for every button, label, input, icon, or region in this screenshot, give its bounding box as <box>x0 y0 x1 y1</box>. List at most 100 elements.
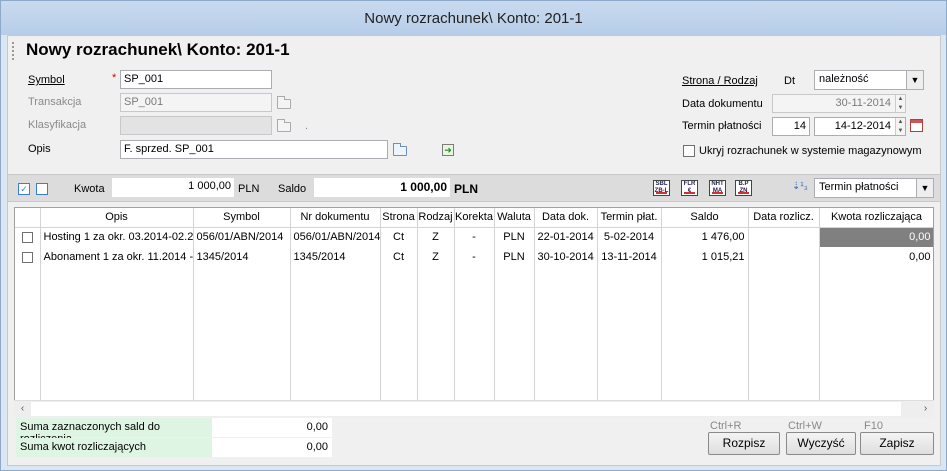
row-checkbox[interactable] <box>21 252 33 263</box>
wyczysc-button[interactable]: Wyczyść <box>786 432 856 455</box>
horizontal-scrollbar[interactable]: ‹ › <box>14 400 934 417</box>
suma-kwot-label: Suma kwot rozliczających <box>16 438 212 457</box>
rozpisz-shortcut: Ctrl+R <box>710 420 742 432</box>
termin-platnosci-label: Termin płatności <box>682 120 762 132</box>
ukryj-label: Ukryj rozrachunek w systemie magazynowym <box>699 145 922 157</box>
cell-termin: 13-11-2014 <box>597 247 662 267</box>
transakcja-label: Transakcja <box>28 96 82 108</box>
column-header[interactable]: Kwota rozliczająca <box>819 208 933 228</box>
klasyfikacja-label: Klasyfikacja <box>28 119 87 131</box>
chevron-down-icon[interactable]: ▼ <box>916 179 933 197</box>
panel-grip <box>12 42 16 60</box>
cell-symbol: 1345/2014 <box>193 247 291 267</box>
cell-korekta: - <box>454 227 495 247</box>
cell-opis: Abonament 1 za okr. 11.2014 - 11.2014 <box>40 247 194 267</box>
column-header[interactable]: Saldo <box>661 208 749 228</box>
zapisz-shortcut: F10 <box>864 420 883 432</box>
cell-nr-dokumentu: 1345/2014 <box>290 247 381 267</box>
cell-symbol: 056/01/ABN/2014 <box>193 227 291 247</box>
rozpisz-button[interactable]: Rozpisz <box>708 432 780 455</box>
zapisz-button[interactable]: Zapisz <box>860 432 934 455</box>
sort-currency-icon[interactable]: FLR € <box>681 180 698 196</box>
kwota-input[interactable]: 1 000,00 <box>112 178 234 197</box>
termin-date-input[interactable]: 14-12-2014 ▲ ▼ <box>814 117 906 136</box>
spin-icon[interactable]: ▲ ▼ <box>895 118 905 135</box>
cell-termin: 5-02-2014 <box>597 227 662 247</box>
settlements-table: Opis Symbol Nr dokumentu Strona Rodzaj K… <box>14 207 934 417</box>
cell-data-rozlicz[interactable] <box>748 247 820 267</box>
column-header[interactable]: Opis <box>40 208 194 228</box>
termin-date-value: 14-12-2014 <box>834 120 891 132</box>
client-area: Nowy rozrachunek\ Konto: 201-1 Symbol * … <box>7 35 941 466</box>
green-arrow-icon[interactable]: ➜ <box>442 144 454 156</box>
cell-nr-dokumentu: 056/01/ABN/2014 <box>290 227 381 247</box>
column-header[interactable]: Nr dokumentu <box>290 208 381 228</box>
termin-days-input[interactable]: 14 <box>772 117 810 136</box>
saldo-label: Saldo <box>278 183 307 195</box>
sort-select[interactable]: Termin płatności ▼ <box>814 178 934 198</box>
symbol-input[interactable]: SP_001 <box>120 70 272 89</box>
page-title: Nowy rozrachunek\ Konto: 201-1 <box>26 40 290 59</box>
cell-strona: Ct <box>380 227 418 247</box>
cell-rodzaj: Z <box>417 247 455 267</box>
scroll-thumb[interactable] <box>31 402 901 416</box>
spin-icon: ▲ ▼ <box>895 95 905 112</box>
sort-value: Termin płatności <box>819 181 899 193</box>
main-window: Nowy rozrachunek\ Konto: 201-1 Nowy rozr… <box>0 0 947 471</box>
scroll-left-icon[interactable]: ‹ <box>14 401 31 417</box>
strona-value[interactable]: Dt <box>784 75 795 87</box>
klasyfikacja-dot: . <box>305 120 309 132</box>
table-row[interactable]: Abonament 1 za okr. 11.2014 - 11.2014 13… <box>15 247 933 267</box>
cell-kwota-rozliczajaca[interactable]: 0,00 <box>819 227 933 247</box>
sort-date-icon[interactable]: B.P ZN <box>735 180 752 196</box>
data-dokumentu-value: 30-11-2014 <box>835 97 891 109</box>
data-dokumentu-input: 30-11-2014 ▲ ▼ <box>772 94 906 113</box>
rodzaj-select[interactable]: należność ▼ <box>814 70 924 90</box>
transakcja-input: SP_001 <box>120 93 272 112</box>
cell-strona: Ct <box>380 247 418 267</box>
opis-folder-icon[interactable] <box>393 143 407 156</box>
saldo-value: 1 000,00 <box>314 178 450 197</box>
table-header: Opis Symbol Nr dokumentu Strona Rodzaj K… <box>15 208 933 228</box>
amount-strip: ✓ Kwota 1 000,00 PLN Saldo 1 000,00 PLN … <box>8 174 940 202</box>
suma-zaznaczonych-label: Suma zaznaczonych sald do rozliczenia <box>16 418 212 445</box>
sort-amount-icon[interactable]: NHT MA <box>709 180 726 196</box>
column-header[interactable]: Symbol <box>193 208 291 228</box>
column-header[interactable]: Korekta <box>454 208 495 228</box>
saldo-currency: PLN <box>454 182 478 196</box>
cell-opis: Hosting 1 za okr. 03.2014-02.2015 <box>40 227 194 247</box>
uncheck-all-icon[interactable] <box>36 183 48 195</box>
klasyfikacja-input <box>120 116 272 135</box>
klasyfikacja-folder-icon <box>277 119 291 132</box>
cell-data-rozlicz[interactable] <box>748 227 820 247</box>
chevron-down-icon[interactable]: ▼ <box>906 71 923 89</box>
calendar-icon[interactable] <box>910 119 923 132</box>
cell-saldo: 1 015,21 <box>661 247 749 267</box>
opis-input[interactable]: F. sprzed. SP_001 <box>120 140 388 159</box>
sort-order-icon[interactable]: ⇣¹₃ <box>792 181 808 192</box>
row-checkbox[interactable] <box>21 232 33 244</box>
sort-symbol-icon[interactable]: SBL ZB-L <box>653 180 670 196</box>
opis-label: Opis <box>28 143 51 155</box>
check-all-icon[interactable]: ✓ <box>18 183 30 195</box>
symbol-label: Symbol <box>28 74 65 86</box>
column-header[interactable]: Strona <box>380 208 418 228</box>
window-title: Nowy rozrachunek\ Konto: 201-1 <box>1 1 946 35</box>
cell-korekta: - <box>454 247 495 267</box>
column-header[interactable]: Termin płat. <box>597 208 662 228</box>
wyczysc-shortcut: Ctrl+W <box>788 420 822 432</box>
cell-saldo: 1 476,00 <box>661 227 749 247</box>
column-header[interactable]: Data dok. <box>534 208 598 228</box>
cell-rodzaj: Z <box>417 227 455 247</box>
column-header[interactable]: Data rozlicz. <box>748 208 820 228</box>
ukryj-checkbox[interactable] <box>683 145 695 157</box>
cell-kwota-rozliczajaca[interactable]: 0,00 <box>819 247 933 267</box>
strona-rodzaj-label: Strona / Rodzaj <box>682 75 758 87</box>
kwota-label: Kwota <box>74 183 105 195</box>
kwota-currency: PLN <box>238 183 260 195</box>
column-header[interactable]: Waluta <box>494 208 535 228</box>
scroll-right-icon[interactable]: › <box>917 401 934 417</box>
table-row[interactable]: Hosting 1 za okr. 03.2014-02.2015 056/01… <box>15 227 933 247</box>
cell-data-dok: 30-10-2014 <box>534 247 598 267</box>
column-header[interactable]: Rodzaj <box>417 208 455 228</box>
